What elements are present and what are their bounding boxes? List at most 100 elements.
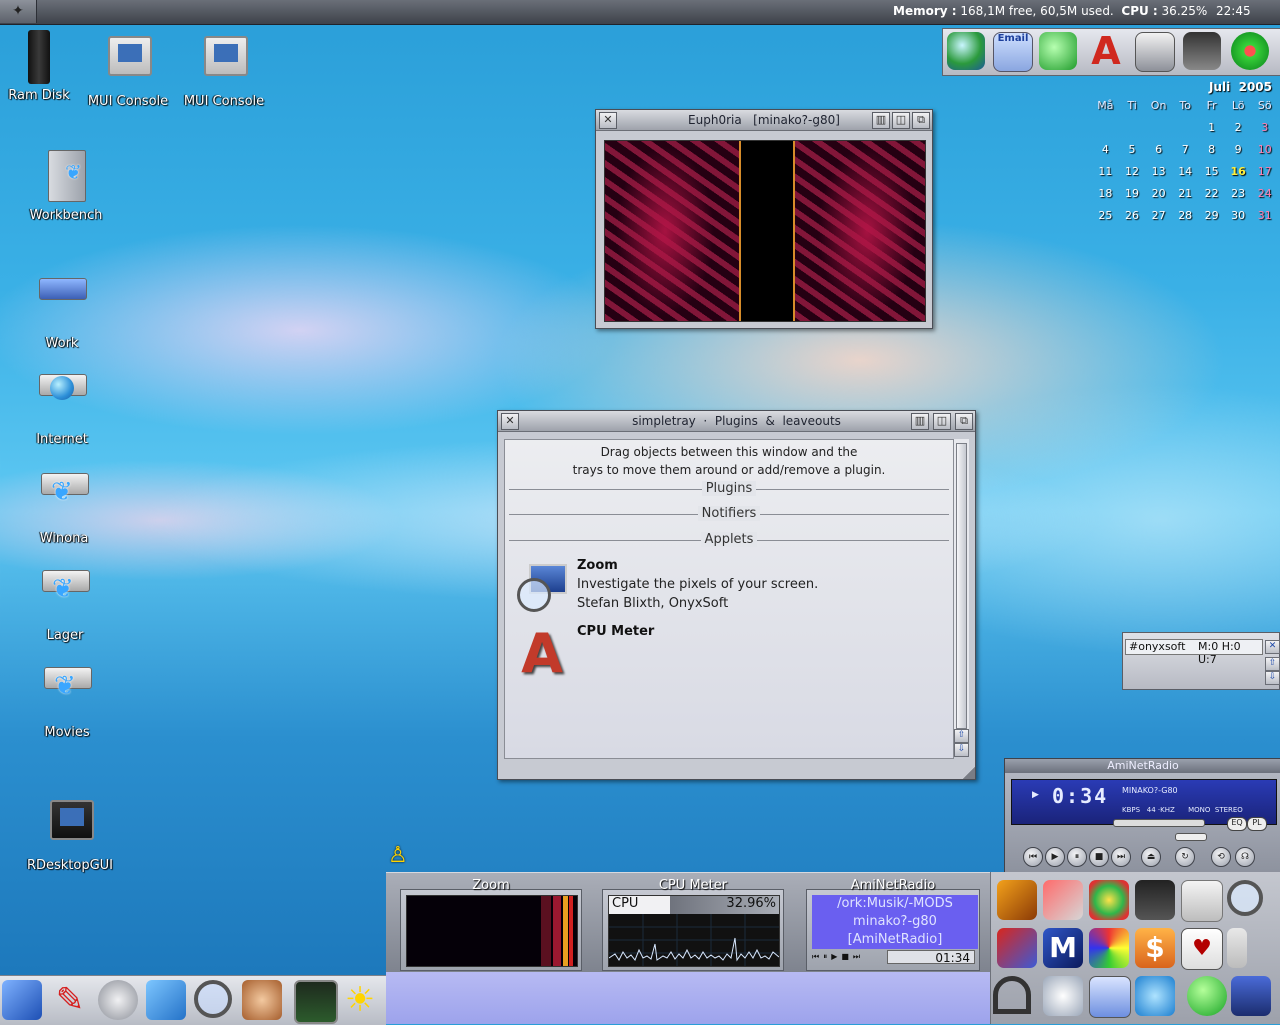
calendar-day[interactable]: 4 <box>1092 138 1119 160</box>
desktop-icon-internet[interactable]: Internet <box>12 344 112 447</box>
calendar-day[interactable]: 5 <box>1119 138 1145 160</box>
desktop-icon-mui-console-2[interactable]: MUI Console <box>174 30 274 109</box>
window-titlebar[interactable]: ✕ Euph0ria [minako?-g80] ▥ ◫ ⧉ <box>596 110 932 131</box>
radio-controls[interactable]: ⏮⏸▶■⏭ <box>812 952 882 964</box>
scroll-down-button[interactable]: ⇩ <box>954 743 969 757</box>
desktop-icon-movies[interactable]: ❦ Movies <box>17 637 117 740</box>
character-icon[interactable] <box>1231 976 1271 1016</box>
cpu-meter-applet[interactable]: CPU Meter CPU 32.96% <box>602 878 784 971</box>
calendar-day[interactable]: 28 <box>1172 204 1198 226</box>
calendar-day[interactable] <box>1172 116 1198 138</box>
desktop-icon-lager[interactable]: ❦ Lager <box>15 540 115 643</box>
pen-icon[interactable]: ✎ <box>50 980 90 1020</box>
calendar-day[interactable]: 13 <box>1145 160 1172 182</box>
chat-icon[interactable] <box>1039 32 1077 70</box>
repeat-button[interactable]: ↻ <box>1175 847 1195 867</box>
cube-icon[interactable] <box>146 980 186 1020</box>
terminal-icon[interactable] <box>294 980 338 1024</box>
cards-icon[interactable]: ♥ <box>1181 928 1223 970</box>
calendar-day[interactable]: 27 <box>1145 204 1172 226</box>
app-icon-1[interactable] <box>997 880 1037 920</box>
calendar-day[interactable]: 6 <box>1145 138 1172 160</box>
aweb-icon[interactable]: A <box>1087 32 1125 70</box>
calendar-day[interactable]: 25 <box>1092 204 1119 226</box>
zoom-button[interactable]: ◫ <box>892 112 910 129</box>
shuffle-button[interactable]: ⟲ <box>1211 847 1231 867</box>
magnifier-icon[interactable] <box>1227 880 1263 916</box>
window-titlebar[interactable]: ✕ simpletray · Plugins & leaveouts ▥ ◫ ⧉ <box>498 411 975 432</box>
calendar-day[interactable]: 21 <box>1172 182 1198 204</box>
calendar-day[interactable]: 11 <box>1092 160 1119 182</box>
irc-close-button[interactable]: ✕ <box>1265 640 1280 654</box>
depth-button[interactable]: ⧉ <box>912 112 930 129</box>
depth-button[interactable]: ⧉ <box>955 413 973 430</box>
m-icon[interactable]: M <box>1043 928 1083 968</box>
next-button[interactable]: ⏭ <box>1111 847 1131 867</box>
zoom-button[interactable]: ◫ <box>933 413 951 430</box>
eq-button[interactable]: EQ <box>1227 817 1247 831</box>
desktop-icon-mui-console[interactable]: MUI Console <box>78 30 178 109</box>
playlist-button[interactable]: PL <box>1247 817 1267 831</box>
headphones-icon[interactable] <box>993 976 1031 1014</box>
desktop-icon-workbench[interactable]: ❦ Workbench <box>16 150 116 223</box>
magnifier-icon[interactable] <box>194 980 232 1018</box>
calendar-day[interactable]: 10 <box>1252 138 1279 160</box>
disc-icon[interactable] <box>98 980 138 1020</box>
scroll-up-button[interactable]: ⇧ <box>954 729 969 743</box>
edit-icon[interactable] <box>2 980 42 1020</box>
app-icon-3[interactable] <box>1089 880 1129 920</box>
applet-item-zoom[interactable]: Zoom Investigate the pixels of your scre… <box>511 558 941 620</box>
mplayer-icon[interactable] <box>1089 976 1131 1018</box>
irc-channel-bar[interactable]: #onyxsoft M:0 H:0 U:7 <box>1125 639 1263 666</box>
display-icon[interactable] <box>1135 32 1175 72</box>
calendar-day[interactable] <box>1119 116 1145 138</box>
calendar-day[interactable]: 15 <box>1198 160 1224 182</box>
cd-icon[interactable] <box>1043 976 1083 1016</box>
news-icon[interactable] <box>1183 32 1221 70</box>
zoom-applet[interactable]: Zoom <box>400 878 582 971</box>
scroll-down-button[interactable]: ⇩ <box>1265 671 1280 685</box>
iconify-button[interactable]: ▥ <box>911 413 929 430</box>
mario-icon[interactable] <box>997 928 1037 968</box>
eject-button[interactable]: ⏏ <box>1141 847 1161 867</box>
calendar-day[interactable]: 18 <box>1092 182 1119 204</box>
calendar-day[interactable]: 8 <box>1198 138 1224 160</box>
play-button[interactable]: ▶ <box>1045 847 1065 867</box>
plugins-panel[interactable]: Drag objects between this window and the… <box>504 439 954 759</box>
calendar-day[interactable]: 29 <box>1198 204 1224 226</box>
previous-button[interactable]: ⏮ <box>1023 847 1043 867</box>
app-icon-2[interactable] <box>1043 880 1083 920</box>
scrollbar-knob[interactable] <box>956 443 967 729</box>
calendar-day[interactable]: 20 <box>1145 182 1172 204</box>
calendar-day[interactable]: 9 <box>1225 138 1252 160</box>
calendar-day[interactable]: 1 <box>1198 116 1224 138</box>
calendar-day[interactable]: 30 <box>1225 204 1252 226</box>
player-title[interactable]: AmiNetRadio <box>1005 759 1280 773</box>
calendar-day[interactable]: 31 <box>1252 204 1279 226</box>
icq-icon[interactable] <box>1231 32 1269 70</box>
scroll-up-button[interactable]: ⇧ <box>1265 657 1280 671</box>
desktop-icon-rdesktopgui[interactable]: RDesktopGUI <box>20 786 120 873</box>
pause-button[interactable]: ⏸ <box>1067 847 1087 867</box>
email-icon[interactable]: Email <box>993 32 1033 72</box>
power-icon[interactable] <box>1187 976 1227 1016</box>
globe-icon[interactable] <box>947 32 985 70</box>
calendar-day[interactable] <box>1092 116 1119 138</box>
calendar-day[interactable]: 2 <box>1225 116 1252 138</box>
calendar-day-today[interactable]: 16 <box>1225 160 1252 182</box>
calendar-day[interactable]: 7 <box>1172 138 1198 160</box>
clapperboard-icon[interactable] <box>1135 880 1175 920</box>
resize-handle[interactable] <box>963 767 975 779</box>
calendar-day[interactable]: 14 <box>1172 160 1198 182</box>
puzzle-icon[interactable] <box>1089 928 1129 968</box>
calendar-day[interactable]: 24 <box>1252 182 1279 204</box>
dollar-icon[interactable]: $ <box>1135 928 1175 968</box>
character-icon[interactable] <box>242 980 282 1020</box>
calendar-day[interactable]: 22 <box>1198 182 1224 204</box>
applet-item-cpu-meter[interactable]: A CPU Meter <box>511 624 941 688</box>
calendar-day[interactable] <box>1145 116 1172 138</box>
amiga-logo-icon[interactable]: ✦ <box>0 0 37 23</box>
headphones-icon[interactable]: ☊ <box>1235 847 1255 867</box>
sidebar-icon[interactable] <box>1227 928 1247 968</box>
vertical-scrollbar[interactable]: ⇧ ⇩ <box>953 439 969 757</box>
